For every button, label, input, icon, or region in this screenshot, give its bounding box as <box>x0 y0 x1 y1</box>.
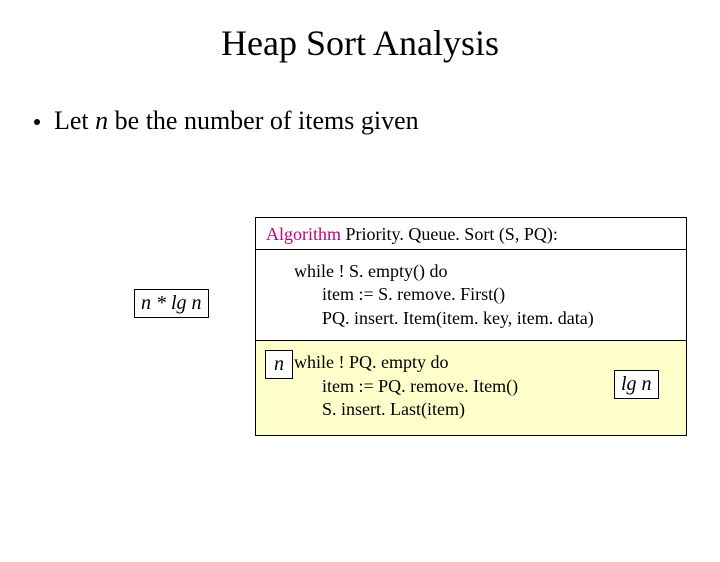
annotation-lg-n: lg n <box>614 370 659 399</box>
algorithm-block-1: while ! S. empty() do item := S. remove.… <box>256 250 686 341</box>
algo-b1-line1: while ! S. empty() do <box>294 261 447 281</box>
algo-b2-line1: while ! PQ. empty do <box>294 352 449 372</box>
algorithm-keyword: Algorithm <box>266 224 341 244</box>
algorithm-signature: Priority. Queue. Sort (S, PQ): <box>341 224 558 244</box>
algorithm-box: Algorithm Priority. Queue. Sort (S, PQ):… <box>255 217 687 436</box>
bullet-icon <box>34 119 40 125</box>
algorithm-header: Algorithm Priority. Queue. Sort (S, PQ): <box>256 218 686 250</box>
annotation-n-lg-n: n * lg n <box>134 289 209 318</box>
annotation-n-lg-n-text: n * lg n <box>141 292 202 314</box>
annotation-lg-n-text: lg n <box>621 373 652 395</box>
bullet-line: Let n be the number of items given <box>34 106 720 136</box>
bullet-pre: Let <box>54 106 95 135</box>
bullet-n: n <box>95 106 108 135</box>
algo-b1-line2: item := S. remove. First() <box>294 283 676 306</box>
bullet-post: be the number of items given <box>108 106 418 135</box>
algo-b1-line3: PQ. insert. Item(item. key, item. data) <box>294 307 676 330</box>
slide-title: Heap Sort Analysis <box>0 22 720 64</box>
annotation-n: n <box>265 350 293 379</box>
annotation-n-text: n <box>274 353 284 375</box>
algo-b2-line3: S. insert. Last(item) <box>294 398 676 421</box>
bullet-text: Let n be the number of items given <box>54 106 419 136</box>
